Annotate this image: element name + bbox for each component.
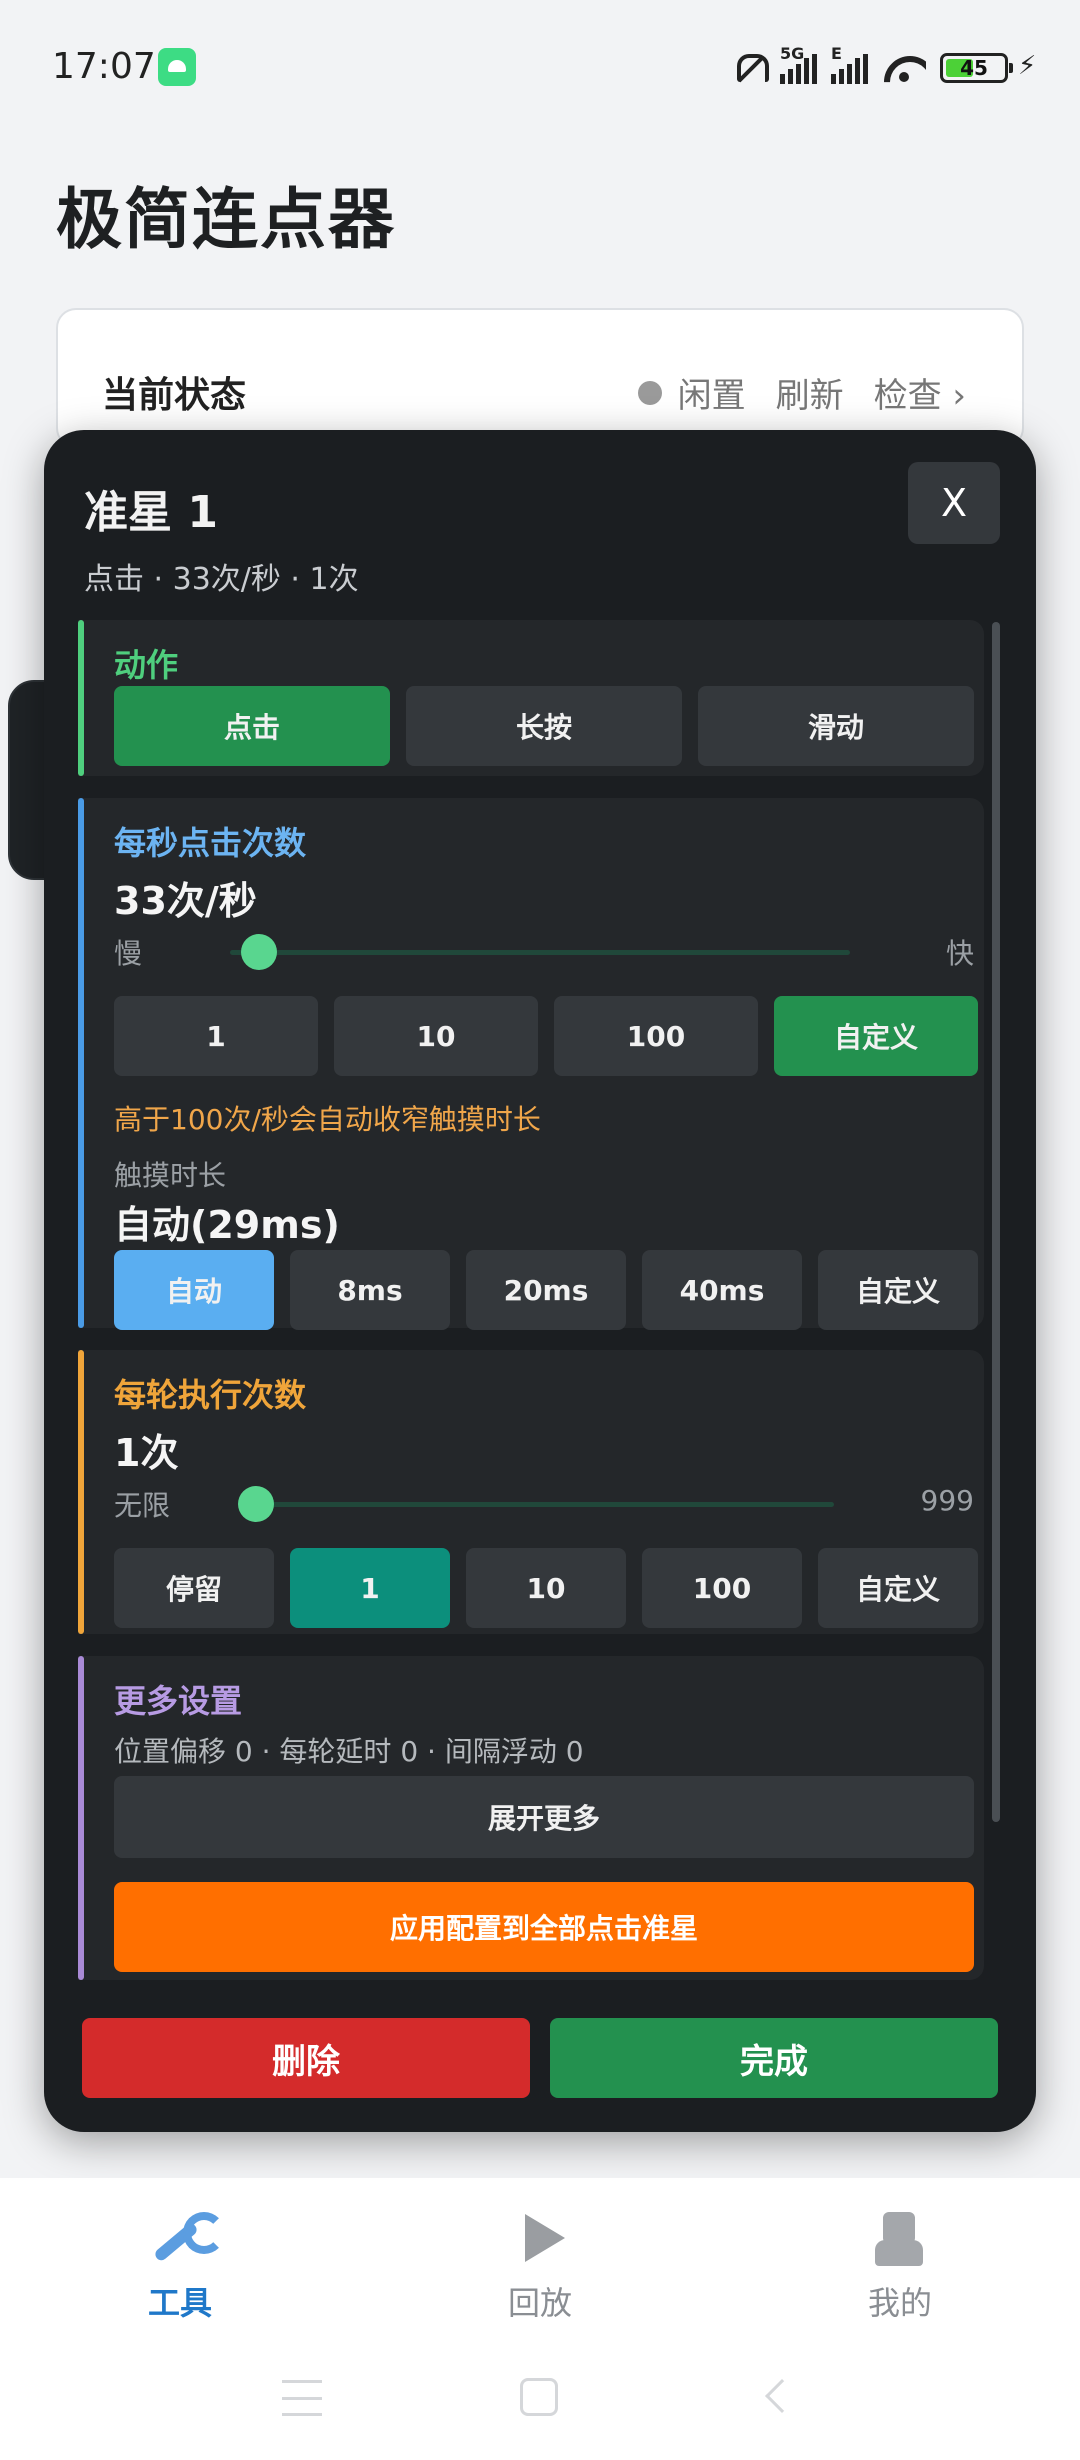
wrench-icon <box>145 2210 225 2266</box>
apply-to-all-button[interactable]: 应用配置到全部点击准星 <box>114 1882 974 1972</box>
touch-preset-20ms[interactable]: 20ms <box>466 1250 626 1330</box>
expand-more-button[interactable]: 展开更多 <box>114 1776 974 1858</box>
cps-preset-1[interactable]: 1 <box>114 996 318 1076</box>
action-title: 动作 <box>114 646 179 684</box>
rounds-slider-track[interactable] <box>246 1502 834 1507</box>
nav-tools[interactable]: 工具 <box>80 2210 280 2324</box>
more-settings-section: 更多设置 位置偏移 0 · 每轮延时 0 · 间隔浮动 0 展开更多 应用配置到… <box>78 1656 984 1980</box>
status-state: 闲置 <box>677 376 746 416</box>
rounds-preset-custom[interactable]: 自定义 <box>818 1548 978 1628</box>
cps-preset-10[interactable]: 10 <box>334 996 538 1076</box>
battery-icon: 45 <box>940 53 1013 83</box>
touch-preset-custom[interactable]: 自定义 <box>818 1250 978 1330</box>
battery-level: 45 <box>960 56 988 80</box>
cps-preset-100[interactable]: 100 <box>554 996 758 1076</box>
status-dot-icon <box>637 380 662 405</box>
action-swipe-button[interactable]: 滑动 <box>698 686 974 766</box>
touch-preset-40ms[interactable]: 40ms <box>642 1250 802 1330</box>
charging-icon <box>1018 51 1038 83</box>
nav-mine[interactable]: 我的 <box>800 2210 1000 2324</box>
bell-muted-icon <box>732 50 769 86</box>
nav-tools-label: 工具 <box>147 2284 212 2322</box>
touch-preset-8ms[interactable]: 8ms <box>290 1250 450 1330</box>
rounds-value: 1次 <box>114 1431 179 1475</box>
cps-value: 33次/秒 <box>114 879 257 923</box>
rounds-title: 每轮执行次数 <box>114 1376 307 1414</box>
crosshair-settings-dialog: 准星 1 点击 · 33次/秒 · 1次 X 动作 点击 长按 滑动 每秒点击次… <box>44 430 1036 2132</box>
status-icons: 5G E 45 <box>732 44 1038 88</box>
delete-button[interactable]: 删除 <box>82 2018 530 2098</box>
app-title: 极简连点器 <box>56 181 396 258</box>
signal-tag: 5G <box>780 44 805 63</box>
menu-icon[interactable] <box>282 2380 322 2416</box>
dialog-subtitle: 点击 · 33次/秒 · 1次 <box>84 562 359 597</box>
cps-title: 每秒点击次数 <box>114 824 307 862</box>
rounds-preset-stay[interactable]: 停留 <box>114 1548 274 1628</box>
nav-playback-label: 回放 <box>507 2284 572 2322</box>
side-handle[interactable] <box>8 680 48 880</box>
check-link[interactable]: 检查 › <box>874 368 966 417</box>
rounds-slider-max: 999 <box>920 1484 974 1517</box>
close-button[interactable]: X <box>908 462 1000 544</box>
status-label: 当前状态 <box>102 375 247 416</box>
dialog-scroll-area: 动作 点击 长按 滑动 每秒点击次数 33次/秒 慢 快 1 10 100 自定… <box>78 620 998 1980</box>
back-icon[interactable] <box>765 2379 799 2413</box>
signal-icon-2: E <box>831 44 868 84</box>
cps-slider-max: 快 <box>945 937 974 970</box>
signal-icon: 5G <box>780 44 817 84</box>
action-tap-button[interactable]: 点击 <box>114 686 390 766</box>
nav-mine-label: 我的 <box>867 2284 932 2322</box>
rounds-slider-thumb[interactable] <box>238 1486 274 1522</box>
action-section: 动作 点击 长按 滑动 <box>78 620 984 776</box>
action-long-press-button[interactable]: 长按 <box>406 686 682 766</box>
rounds-preset-100[interactable]: 100 <box>642 1548 802 1628</box>
signal-tag-2: E <box>831 44 842 63</box>
touch-duration-label: 触摸时长 <box>114 1159 227 1192</box>
cps-section: 每秒点击次数 33次/秒 慢 快 1 10 100 自定义 高于100次/秒会自… <box>78 798 984 1330</box>
touch-preset-auto[interactable]: 自动 <box>114 1250 274 1330</box>
nav-playback[interactable]: 回放 <box>440 2210 640 2324</box>
touch-duration-value: 自动(29ms) <box>114 1203 340 1247</box>
dialog-title: 准星 1 <box>84 487 218 538</box>
more-settings-title: 更多设置 <box>114 1682 243 1720</box>
cps-slider-min: 慢 <box>114 937 143 970</box>
status-bar: 17:07 5G E 45 <box>0 0 1080 135</box>
user-icon <box>865 2210 935 2266</box>
cps-slider-track[interactable] <box>230 950 850 955</box>
cps-note: 高于100次/秒会自动收窄触摸时长 <box>114 1103 541 1136</box>
wifi-icon <box>882 52 926 84</box>
refresh-link[interactable]: 刷新 <box>776 368 844 417</box>
rounds-preset-1[interactable]: 1 <box>290 1548 450 1628</box>
cps-preset-custom[interactable]: 自定义 <box>774 996 978 1076</box>
status-time: 17:07 <box>52 46 156 87</box>
status-card: 当前状态 闲置 刷新 检查 › <box>56 308 1024 448</box>
done-button[interactable]: 完成 <box>550 2018 998 2098</box>
home-icon[interactable] <box>520 2378 558 2416</box>
rounds-slider-min: 无限 <box>114 1489 171 1522</box>
android-icon <box>158 48 196 86</box>
rounds-section: 每轮执行次数 1次 无限 999 停留 1 10 100 自定义 <box>78 1350 984 1634</box>
rounds-preset-10[interactable]: 10 <box>466 1548 626 1628</box>
play-icon <box>505 2210 575 2266</box>
system-navigation <box>0 2378 1080 2440</box>
more-settings-summary: 位置偏移 0 · 每轮延时 0 · 间隔浮动 0 <box>114 1735 584 1768</box>
cps-slider-thumb[interactable] <box>240 934 277 970</box>
